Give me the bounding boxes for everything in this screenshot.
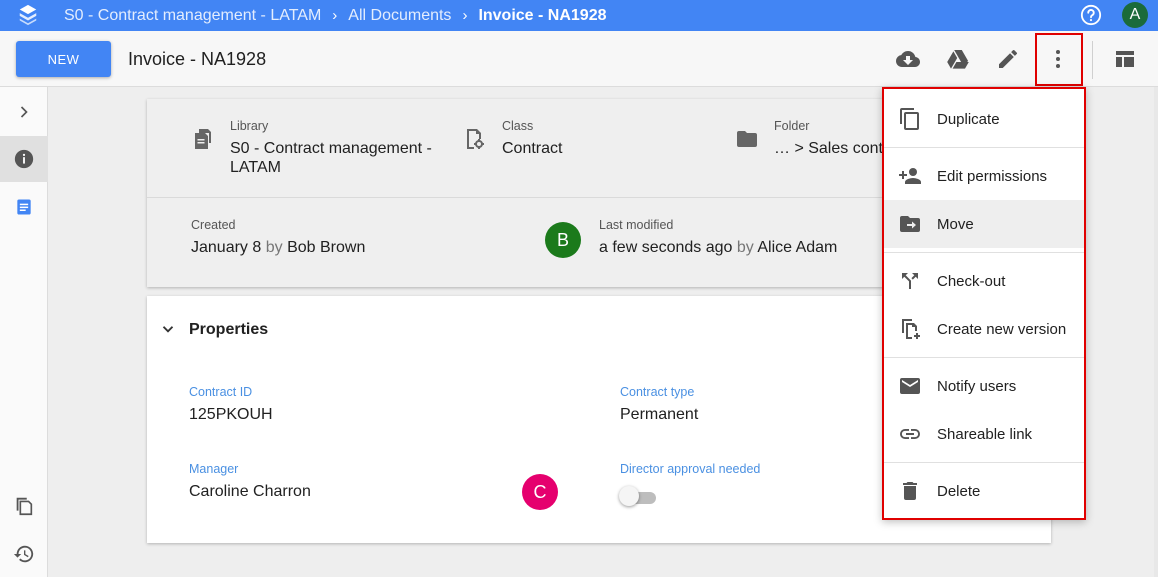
menu-item-shareable-link[interactable]: Shareable link (884, 410, 1084, 458)
app-logo-icon[interactable] (17, 4, 39, 26)
copy-icon (16, 497, 33, 516)
modified-label: Last modified (599, 218, 674, 232)
mail-icon (900, 378, 920, 394)
badge-c: C (522, 474, 558, 510)
library-value[interactable]: S0 - Contract management - (230, 139, 432, 158)
breadcrumb-library[interactable]: S0 - Contract management - LATAM (64, 7, 321, 25)
created-label: Created (191, 218, 236, 232)
more-actions-menu: Duplicate Edit permissions Move Check-ou… (882, 87, 1086, 520)
menu-divider (884, 462, 1084, 463)
menu-divider (884, 357, 1084, 358)
manager-value: Caroline Charron (189, 483, 311, 500)
library-label: Library (230, 119, 269, 133)
copy-plus-icon (902, 319, 920, 339)
rail-document[interactable] (0, 184, 48, 230)
menu-label-delete: Delete (937, 482, 981, 500)
chevron-right-icon: › (462, 7, 468, 24)
breadcrumb-current: Invoice - NA1928 (478, 6, 607, 24)
breadcrumb: S0 - Contract management - LATAM › All D… (64, 0, 607, 31)
library-icon (195, 129, 211, 149)
contract-id-value: 125PKOUH (189, 406, 273, 423)
delete-icon (903, 482, 917, 500)
class-settings-icon (467, 129, 484, 149)
rail-history[interactable] (0, 531, 48, 577)
history-icon (13, 545, 34, 563)
menu-item-edit-permissions[interactable]: Edit permissions (884, 152, 1084, 200)
copy-icon (900, 108, 919, 130)
folder-icon (737, 131, 757, 147)
top-bar: S0 - Contract management - LATAM › All D… (0, 0, 1158, 31)
menu-label-move: Move (937, 215, 974, 233)
contract-type-label: Contract type (620, 385, 695, 399)
menu-item-move[interactable]: Move (884, 200, 1084, 248)
help-icon[interactable] (1080, 4, 1102, 26)
modified-by-user[interactable]: Alice Adam (757, 239, 837, 256)
modified-when: a few seconds ago (599, 239, 733, 256)
document-title: Invoice - NA1928 (128, 49, 267, 69)
menu-label-duplicate: Duplicate (937, 110, 1000, 128)
manager-label: Manager (189, 462, 239, 476)
call-split-icon (902, 273, 918, 289)
properties-title[interactable]: Properties (189, 321, 268, 339)
created-by-user[interactable]: Bob Brown (287, 239, 365, 256)
chevron-right-icon: › (332, 7, 338, 24)
created-date: January 8 (191, 239, 262, 256)
class-label: Class (502, 119, 534, 133)
badge-b: B (545, 222, 581, 258)
link-icon (900, 429, 920, 439)
menu-item-notify-users[interactable]: Notify users (884, 362, 1084, 410)
page-scrollbar[interactable] (1154, 87, 1158, 577)
chevron-down-icon[interactable] (159, 320, 177, 338)
layout-icon[interactable] (1113, 47, 1137, 71)
info-icon (14, 149, 34, 169)
library-value-line2[interactable]: LATAM (230, 158, 281, 177)
created-value: January 8 by Bob Brown (191, 238, 365, 257)
document-icon (17, 199, 31, 215)
modified-value: a few seconds ago by Alice Adam (599, 238, 837, 257)
rail-info[interactable] (0, 136, 48, 182)
menu-item-delete[interactable]: Delete (884, 467, 1084, 515)
menu-label-shareable-link: Shareable link (937, 425, 1033, 443)
folder-value[interactable]: … > Sales contra (774, 139, 897, 158)
left-rail (0, 87, 48, 577)
toolbar-divider (1092, 41, 1093, 79)
rail-expand[interactable] (0, 89, 48, 135)
drive-file-move-icon (900, 216, 920, 232)
menu-item-duplicate[interactable]: Duplicate (884, 95, 1084, 143)
menu-label-create-new-version: Create new version (937, 320, 1067, 338)
class-value: Contract (502, 140, 563, 157)
menu-item-check-out[interactable]: Check-out (884, 257, 1084, 305)
menu-label-check-out: Check-out (937, 272, 1006, 290)
folder-label: Folder (774, 119, 810, 133)
created-by-word: by (265, 239, 283, 256)
user-avatar[interactable]: A (1122, 2, 1148, 28)
rail-copies[interactable] (0, 483, 48, 529)
document-toolbar: NEW Invoice - NA1928 (0, 31, 1158, 87)
menu-label-edit-permissions: Edit permissions (937, 167, 1048, 185)
modified-by-word: by (736, 239, 754, 256)
breadcrumb-all-documents[interactable]: All Documents (348, 7, 451, 25)
contract-id-label: Contract ID (189, 385, 253, 399)
more-button-highlight (1035, 33, 1083, 86)
chevron-right-icon (20, 106, 28, 118)
director-approval-toggle-knob[interactable] (619, 486, 639, 506)
menu-label-notify-users: Notify users (937, 377, 1017, 395)
new-button[interactable]: NEW (16, 41, 111, 77)
person-add-icon (899, 168, 921, 184)
contract-type-value: Permanent (620, 406, 699, 423)
menu-divider (884, 147, 1084, 148)
cloud-download-icon[interactable] (896, 47, 920, 71)
menu-item-create-new-version[interactable]: Create new version (884, 305, 1084, 353)
director-approval-label: Director approval needed (620, 462, 761, 476)
google-drive-icon[interactable] (946, 47, 970, 71)
menu-divider (884, 252, 1084, 253)
edit-icon[interactable] (996, 47, 1020, 71)
